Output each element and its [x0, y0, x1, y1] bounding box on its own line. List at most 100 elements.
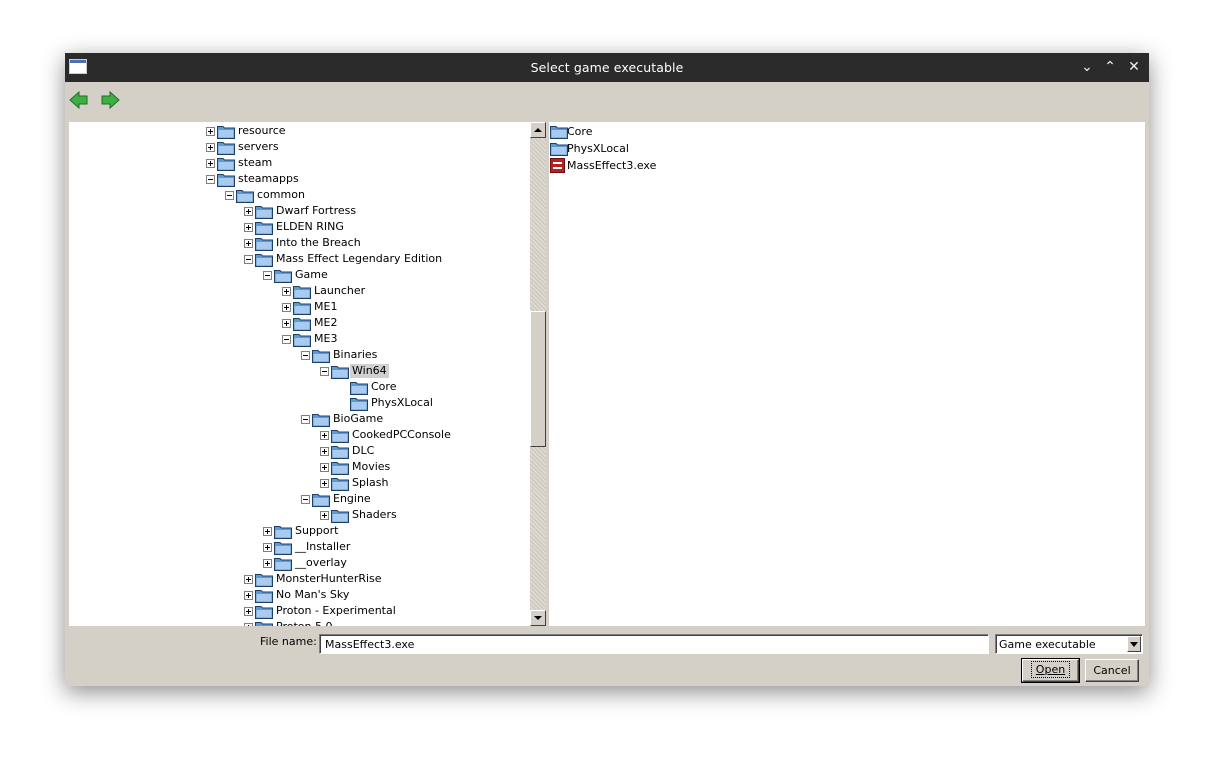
tree-item[interactable]: servers	[69, 139, 530, 155]
expand-icon[interactable]	[282, 303, 291, 312]
collapse-icon[interactable]	[225, 191, 234, 200]
expand-icon[interactable]	[244, 207, 253, 216]
tree-item[interactable]: DLC	[69, 443, 530, 459]
minimize-icon[interactable]: ⌄	[1078, 58, 1096, 76]
forward-arrow-icon[interactable]	[100, 90, 122, 112]
folder-icon	[255, 572, 273, 587]
collapse-icon[interactable]	[301, 351, 310, 360]
tree-item[interactable]: Movies	[69, 459, 530, 475]
file-item[interactable]: MassEffect3.exe	[549, 158, 749, 174]
chevron-down-icon[interactable]	[1127, 636, 1141, 652]
collapse-icon[interactable]	[282, 335, 291, 344]
expand-icon[interactable]	[244, 591, 253, 600]
tree-item[interactable]: Into the Breach	[69, 235, 530, 251]
tree-item[interactable]: __overlay	[69, 555, 530, 571]
cancel-button[interactable]: Cancel	[1085, 659, 1139, 682]
folder-icon	[350, 396, 368, 411]
folder-icon	[331, 364, 349, 379]
folder-icon	[274, 540, 292, 555]
tree-item-label: MonsterHunterRise	[276, 572, 382, 585]
tree-item[interactable]: ME3	[69, 331, 530, 347]
expand-icon[interactable]	[320, 479, 329, 488]
tree-item[interactable]: steam	[69, 155, 530, 171]
expand-icon[interactable]	[263, 559, 272, 568]
tree-item[interactable]: BioGame	[69, 411, 530, 427]
tree-item[interactable]: __Installer	[69, 539, 530, 555]
file-item-label: PhysXLocal	[567, 142, 629, 155]
filename-input[interactable]: MassEffect3.exe	[319, 634, 989, 654]
folder-icon	[312, 492, 330, 507]
tree-item-label: ME1	[314, 300, 338, 313]
expand-icon[interactable]	[206, 143, 215, 152]
tree-item[interactable]: Splash	[69, 475, 530, 491]
expand-icon[interactable]	[244, 623, 253, 626]
tree-item[interactable]: Game	[69, 267, 530, 283]
tree-item[interactable]: Shaders	[69, 507, 530, 523]
tree-item[interactable]: common	[69, 187, 530, 203]
tree-item[interactable]: CookedPCConsole	[69, 427, 530, 443]
tree-item[interactable]: Core	[69, 379, 530, 395]
expand-icon[interactable]	[244, 607, 253, 616]
tree-item[interactable]: No Man's Sky	[69, 587, 530, 603]
tree-item[interactable]: Mass Effect Legendary Edition	[69, 251, 530, 267]
tree-item-label: Support	[295, 524, 339, 537]
expand-icon[interactable]	[320, 447, 329, 456]
expand-icon[interactable]	[263, 527, 272, 536]
title-bar[interactable]: Select game executable ⌄ ⌃ ✕	[65, 53, 1149, 82]
collapse-icon[interactable]	[244, 255, 253, 264]
folder-icon	[331, 444, 349, 459]
tree-item[interactable]: ELDEN RING	[69, 219, 530, 235]
expand-icon[interactable]	[206, 159, 215, 168]
expand-icon[interactable]	[244, 575, 253, 584]
tree-item[interactable]: ME1	[69, 299, 530, 315]
folder-icon	[274, 556, 292, 571]
folder-icon	[331, 428, 349, 443]
tree-item[interactable]: ME2	[69, 315, 530, 331]
collapse-icon[interactable]	[206, 175, 215, 184]
file-item[interactable]: PhysXLocal	[549, 141, 749, 157]
collapse-icon[interactable]	[301, 495, 310, 504]
tree-item[interactable]: Dwarf Fortress	[69, 203, 530, 219]
tree-item[interactable]: steamapps	[69, 171, 530, 187]
tree-item[interactable]: resource	[69, 123, 530, 139]
tree-item-label: Into the Breach	[276, 236, 361, 249]
tree-item[interactable]: Binaries	[69, 347, 530, 363]
collapse-icon[interactable]	[320, 367, 329, 376]
back-arrow-icon[interactable]	[69, 90, 91, 112]
maximize-icon[interactable]: ⌃	[1101, 58, 1119, 76]
filetype-select[interactable]: Game executable	[995, 634, 1143, 654]
collapse-icon[interactable]	[263, 271, 272, 280]
expand-icon[interactable]	[263, 543, 272, 552]
collapse-icon[interactable]	[301, 415, 310, 424]
file-item[interactable]: Core	[549, 124, 749, 140]
expand-icon[interactable]	[206, 127, 215, 136]
expand-icon[interactable]	[244, 223, 253, 232]
tree-item-label: Win64	[350, 364, 389, 378]
tree-item-label: CookedPCConsole	[352, 428, 451, 441]
folder-tree[interactable]: resource servers steam steamapps common Dwarf…	[69, 122, 546, 626]
open-button[interactable]: Open	[1021, 658, 1080, 683]
tree-item[interactable]: Proton 5.0	[69, 619, 530, 626]
tree-item[interactable]: Engine	[69, 491, 530, 507]
tree-item[interactable]: Proton - Experimental	[69, 603, 530, 619]
expand-icon[interactable]	[244, 239, 253, 248]
tree-item-label: __overlay	[295, 556, 347, 569]
tree-item[interactable]: Support	[69, 523, 530, 539]
open-button-label: Open	[1035, 663, 1066, 676]
tree-item[interactable]: Win64	[69, 363, 530, 379]
scroll-down-button[interactable]	[530, 610, 546, 626]
scroll-up-button[interactable]	[530, 122, 546, 138]
expand-icon[interactable]	[320, 511, 329, 520]
close-icon[interactable]: ✕	[1125, 58, 1143, 76]
scroll-thumb[interactable]	[530, 311, 546, 447]
tree-item[interactable]: PhysXLocal	[69, 395, 530, 411]
tree-item[interactable]: MonsterHunterRise	[69, 571, 530, 587]
folder-icon	[255, 620, 273, 626]
expand-icon[interactable]	[282, 287, 291, 296]
tree-scrollbar[interactable]	[530, 122, 546, 626]
file-list[interactable]: Core PhysXLocal MassEffect3.exe	[549, 122, 1145, 626]
expand-icon[interactable]	[320, 431, 329, 440]
expand-icon[interactable]	[282, 319, 291, 328]
tree-item[interactable]: Launcher	[69, 283, 530, 299]
expand-icon[interactable]	[320, 463, 329, 472]
